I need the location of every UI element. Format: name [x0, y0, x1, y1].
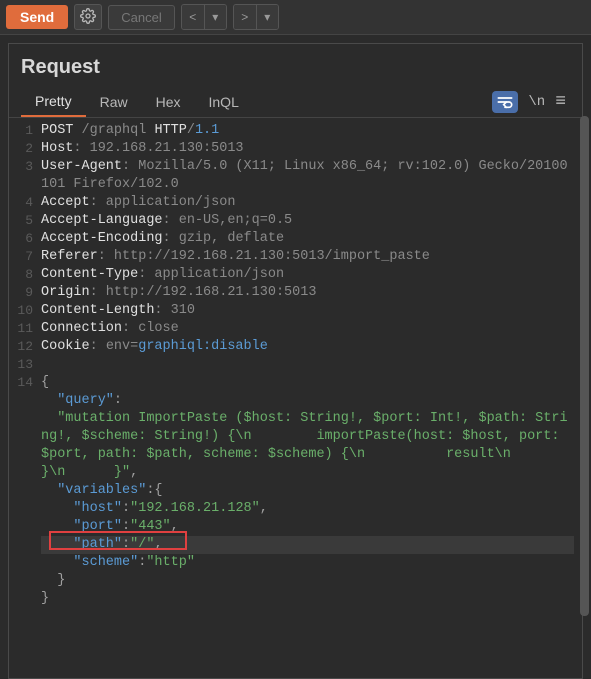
chevron-down-icon: ▾: [264, 10, 270, 24]
tab-raw[interactable]: Raw: [86, 88, 142, 116]
menu-button[interactable]: ≡: [555, 92, 566, 112]
wrap-icon: [497, 95, 513, 109]
line-gutter: 1234567891011121314: [9, 118, 37, 678]
chevron-down-icon: ▾: [212, 10, 218, 24]
prev-dropdown-button[interactable]: ▾: [204, 5, 226, 29]
scrollbar-thumb[interactable]: [580, 116, 589, 616]
tab-pretty[interactable]: Pretty: [21, 87, 86, 117]
tabs-bar: Pretty Raw Hex InQL \n ≡: [9, 87, 582, 118]
newline-toggle-button[interactable]: \n: [528, 94, 545, 110]
gear-icon: [80, 8, 96, 27]
cancel-button[interactable]: Cancel: [108, 5, 174, 30]
toolbar: Send Cancel < ▾ > ▾: [0, 0, 591, 35]
settings-button[interactable]: [74, 4, 102, 30]
send-button[interactable]: Send: [6, 5, 68, 29]
wrap-toggle-button[interactable]: [492, 91, 518, 113]
panel-title: Request: [9, 44, 582, 87]
tab-hex[interactable]: Hex: [142, 88, 195, 116]
code-editor[interactable]: POST /graphql HTTP/1.1Host: 192.168.21.1…: [37, 118, 582, 678]
code-area: 1234567891011121314 POST /graphql HTTP/1…: [9, 118, 582, 678]
prev-button[interactable]: <: [182, 5, 204, 29]
chevron-right-icon: >: [241, 10, 248, 24]
next-button[interactable]: >: [234, 5, 256, 29]
request-panel: Request Pretty Raw Hex InQL \n ≡ 1234567…: [8, 43, 583, 679]
chevron-left-icon: <: [189, 10, 196, 24]
hamburger-icon: ≡: [555, 92, 566, 112]
next-dropdown-button[interactable]: ▾: [256, 5, 278, 29]
next-button-group: > ▾: [233, 4, 279, 30]
prev-button-group: < ▾: [181, 4, 227, 30]
scrollbar[interactable]: [580, 38, 589, 667]
tab-inql[interactable]: InQL: [195, 88, 253, 116]
